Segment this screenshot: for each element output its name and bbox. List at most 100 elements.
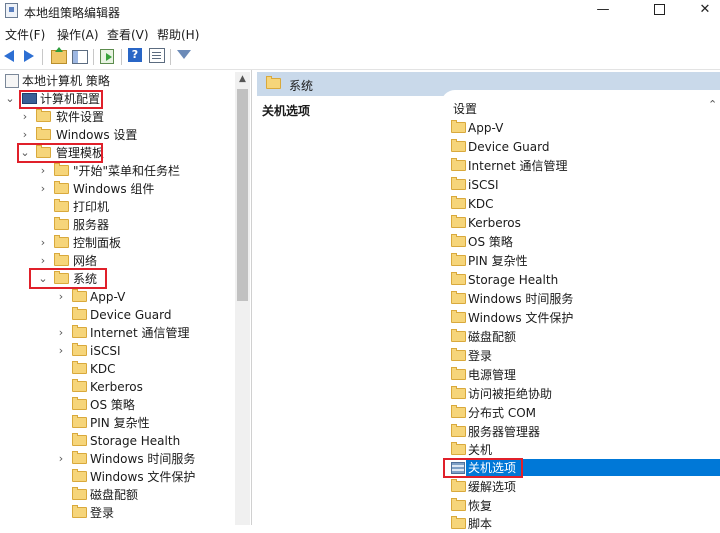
folder-icon	[451, 177, 466, 190]
list-item-label: Windows 时间服务	[468, 292, 574, 306]
properties-icon	[149, 48, 165, 63]
menu-view[interactable]: 查看(V)	[107, 26, 149, 43]
list-item-label: 分布式 COM	[468, 406, 536, 420]
title-bar: 本地组策略编辑器 — ✕	[0, 0, 720, 22]
list-item-label: Windows 文件保护	[468, 311, 574, 325]
column-header-setting[interactable]: 设置	[453, 100, 477, 117]
folder-icon	[451, 272, 466, 285]
folder-icon	[72, 289, 87, 302]
tree-item-system-child[interactable]: KDC	[56, 360, 235, 378]
folder-icon	[451, 367, 466, 380]
tree-item-root[interactable]: 本地计算机 策略	[5, 72, 235, 90]
window-title: 本地组策略编辑器	[24, 6, 121, 20]
chevron-right-icon[interactable]: ›	[38, 162, 48, 180]
list-item-label: iSCSI	[468, 178, 499, 192]
menu-help[interactable]: 帮助(H)	[157, 26, 199, 43]
folder-icon	[36, 109, 51, 122]
tree-item-system-child[interactable]: 登录	[56, 504, 235, 522]
tree-item-label: Windows 文件保护	[90, 470, 196, 484]
up-level-button[interactable]	[51, 47, 67, 64]
list-item-label: App-V	[468, 121, 504, 135]
menu-bar: 文件(F) 操作(A) 查看(V) 帮助(H)	[0, 24, 720, 44]
toolbar: ?	[0, 45, 720, 70]
tree-item-server[interactable]: 服务器	[38, 216, 235, 234]
tree-item-software-settings[interactable]: › 软件设置	[20, 108, 235, 126]
maximize-button[interactable]	[636, 0, 682, 22]
chevron-right-icon[interactable]: ›	[38, 180, 48, 198]
folder-icon	[54, 253, 69, 266]
list-item-label: Storage Health	[468, 273, 559, 287]
folder-icon	[451, 479, 466, 492]
tree-item-system-child[interactable]: Windows 文件保护	[56, 468, 235, 486]
help-button[interactable]: ?	[128, 48, 144, 64]
chevron-right-icon[interactable]: ›	[56, 288, 66, 306]
tree-item-windows-components[interactable]: › Windows 组件	[38, 180, 235, 198]
chevron-down-icon[interactable]: ⌄	[5, 90, 15, 108]
chevron-up-icon[interactable]: ⌃	[708, 98, 717, 111]
back-button[interactable]	[4, 48, 20, 64]
tree-item-system-child[interactable]: › Windows 时间服务	[56, 450, 235, 468]
details-header-title: 系统	[289, 79, 314, 93]
folder-icon	[451, 291, 466, 304]
tree-item-system-child[interactable]: Device Guard	[56, 306, 235, 324]
properties-button[interactable]	[149, 48, 165, 64]
tree-scrollbar-thumb[interactable]	[237, 89, 248, 301]
forward-arrow-icon	[24, 50, 34, 62]
chevron-right-icon[interactable]: ›	[56, 324, 66, 342]
folder-icon	[266, 76, 281, 89]
tree-item-windows-settings[interactable]: › Windows 设置	[20, 126, 235, 144]
menu-action[interactable]: 操作(A)	[57, 26, 99, 43]
tree-item-system-child[interactable]: Storage Health	[56, 432, 235, 450]
forward-button[interactable]	[20, 48, 36, 64]
chevron-right-icon[interactable]: ›	[20, 126, 30, 144]
chevron-right-icon[interactable]: ›	[56, 342, 66, 360]
tree-item-printers[interactable]: 打印机	[38, 198, 235, 216]
close-button[interactable]: ✕	[682, 0, 720, 22]
list-item-label: Internet 通信管理	[468, 159, 568, 173]
chevron-right-icon[interactable]: ›	[56, 450, 66, 468]
tree-item-system-child[interactable]: 磁盘配额	[56, 486, 235, 504]
list-item-label: PIN 复杂性	[468, 254, 528, 268]
show-hide-tree-button[interactable]	[72, 48, 88, 64]
minimize-button[interactable]: —	[580, 0, 626, 22]
tree-item-label: 本地计算机 策略	[22, 74, 110, 88]
folder-icon	[54, 163, 69, 176]
toolbar-separator	[121, 49, 122, 65]
tree-item-label: Windows 组件	[73, 182, 155, 196]
tree-item-label: Windows 时间服务	[90, 452, 196, 466]
chevron-right-icon[interactable]: ›	[38, 234, 48, 252]
tree-item-control-panel[interactable]: › 控制面板	[38, 234, 235, 252]
folder-icon	[451, 310, 466, 323]
tree-item-label: Kerberos	[90, 380, 143, 394]
list-item-label: 关机	[468, 443, 493, 457]
folder-icon	[451, 158, 466, 171]
tree-item-system-child[interactable]: OS 策略	[56, 396, 235, 414]
toolbar-separator	[170, 49, 171, 65]
filter-button[interactable]	[177, 48, 193, 64]
folder-icon	[72, 325, 87, 338]
folder-icon	[72, 361, 87, 374]
chevron-right-icon[interactable]: ›	[20, 108, 30, 126]
tree-item-system-child[interactable]: › Internet 通信管理	[56, 324, 235, 342]
tree-item-start-menu[interactable]: › "开始"菜单和任务栏	[38, 162, 235, 180]
highlight-box	[443, 458, 523, 478]
tree-item-label: Device Guard	[90, 308, 172, 322]
folder-icon	[451, 386, 466, 399]
tree-item-label: Internet 通信管理	[90, 326, 190, 340]
menu-file[interactable]: 文件(F)	[5, 26, 45, 43]
console-tree-icon	[72, 50, 88, 64]
folder-icon	[72, 505, 87, 518]
tree-item-system-child[interactable]: › App-V	[56, 288, 235, 306]
tree-item-system-child[interactable]: PIN 复杂性	[56, 414, 235, 432]
highlight-box	[19, 90, 103, 109]
up-folder-icon	[51, 47, 67, 64]
tree-item-system-child[interactable]: Kerberos	[56, 378, 235, 396]
tree-item-system-child[interactable]: › iSCSI	[56, 342, 235, 360]
tree-item-label: OS 策略	[90, 398, 135, 412]
scroll-up-arrow-icon[interactable]: ▲	[236, 72, 249, 86]
list-item-label: 脚本	[468, 517, 493, 531]
folder-icon	[451, 405, 466, 418]
folder-icon	[72, 451, 87, 464]
toolbar-separator	[42, 49, 43, 65]
export-list-button[interactable]	[100, 48, 116, 64]
